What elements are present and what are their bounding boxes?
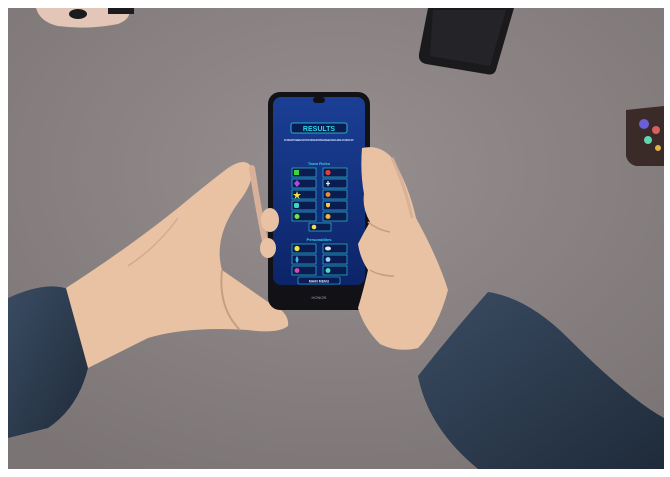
lamp-icon: [311, 224, 317, 230]
hand-icon: [294, 203, 299, 208]
phone-right-edge: [626, 106, 664, 166]
notch: [313, 97, 325, 103]
cloud-icon: [325, 246, 331, 251]
figure-icon: [325, 192, 331, 197]
intro-text: IN ORDER TO SEE RESULTS FOR DIFFERENT AR…: [284, 138, 354, 142]
phone: HONOR RESULTS IN ORDER TO SEE RESULTS FO…: [268, 92, 370, 310]
personalities-heading: Personalities: [307, 237, 333, 242]
person-icon: [294, 268, 300, 273]
results-title: RESULTS: [303, 126, 335, 133]
main-menu-label: MAIN MENU: [309, 280, 330, 284]
sun-icon: [294, 245, 300, 252]
bulb-icon: [294, 214, 300, 219]
badge-icon: [325, 214, 331, 219]
phone-brand: HONOR: [312, 295, 327, 300]
clock-icon: [325, 268, 331, 273]
scene: HONOR RESULTS IN ORDER TO SEE RESULTS FO…: [8, 8, 664, 469]
red-circle-icon: [325, 169, 331, 176]
green-square-icon: [294, 170, 299, 175]
photo: HONOR RESULTS IN ORDER TO SEE RESULTS FO…: [8, 8, 664, 469]
people-icon: [325, 257, 331, 262]
team-roles-heading: Team Roles: [308, 161, 331, 166]
